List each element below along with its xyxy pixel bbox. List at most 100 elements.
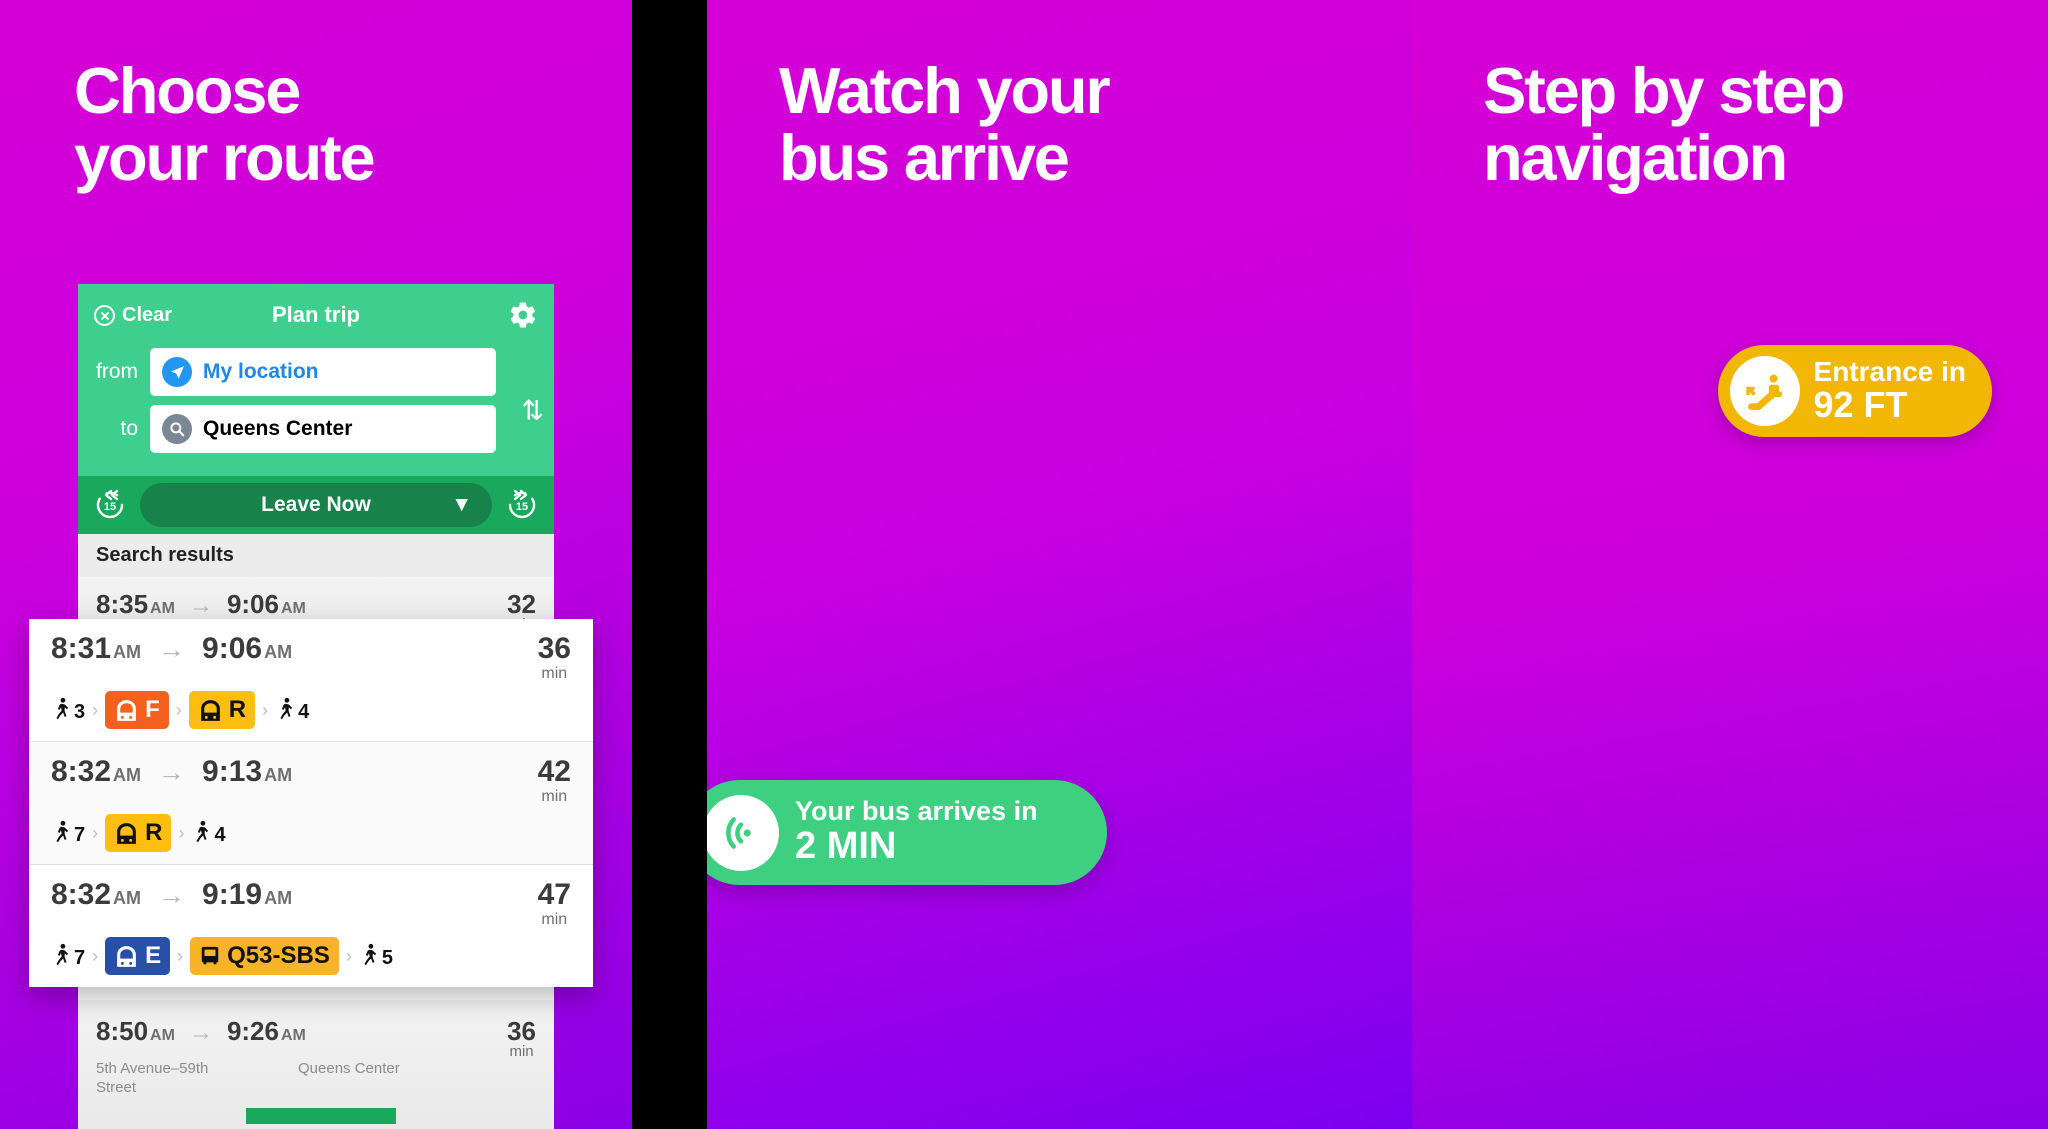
to-row: to Queens Center [94, 405, 538, 453]
walk-minutes: 3 [74, 701, 86, 723]
walk-leg: 3 [51, 696, 85, 724]
subway-line-label: R [145, 819, 163, 846]
option-arrive-time: 9:19 [202, 878, 263, 911]
location-arrow-icon [162, 357, 192, 387]
bus-arrival-alert: Your bus arrives in 2 MIN [707, 780, 1107, 885]
leg-separator-icon: › [92, 699, 99, 720]
leg-separator-icon: › [92, 945, 99, 966]
result-to-stop: Queens Center [298, 1060, 400, 1077]
bus-arrival-text: Your bus arrives in 2 MIN [795, 797, 1038, 867]
clear-button[interactable]: Clear [94, 304, 172, 327]
table-row[interactable]: 8:50 AM → 9:26 AM 36 min 5th Avenue–59th St… [78, 1000, 554, 1129]
arrival-line2: 2 MIN [795, 824, 897, 867]
arrow-right-icon: → [158, 880, 186, 910]
swap-vertical-icon[interactable]: ⇅ [521, 396, 544, 427]
entrance-line2: 92 FT [1813, 384, 1908, 426]
leg-separator-icon: › [175, 699, 182, 720]
result-depart-ampm: AM [150, 600, 175, 617]
arrow-right-icon: → [158, 757, 186, 787]
option-arrive-time: 9:06 [202, 632, 263, 665]
option-duration: 47 [537, 878, 571, 911]
option-depart-ampm: AM [113, 642, 142, 662]
option-duration-unit: min [541, 665, 568, 682]
result-depart-time: 8:35 [96, 589, 149, 619]
option-duration: 36 [537, 632, 571, 665]
walk-minutes: 4 [214, 824, 226, 846]
from-label: from [96, 360, 138, 383]
screenshot-stage: Choose your route Clear Plan trip from M… [0, 0, 2048, 1129]
panel-3-headline: Step by step navigation [1483, 54, 1845, 194]
route-option-row[interactable]: 8:32 AM → 9:13 AM 42 min 7 › R › 4 [29, 741, 593, 864]
arrival-line1: Your bus arrives in [795, 796, 1038, 827]
result-arrive-ampm: AM [280, 600, 306, 617]
plan-trip-header: Clear Plan trip from My location to Quee… [78, 284, 554, 534]
option-arrive-ampm: AM [264, 765, 293, 785]
live-signal-icon [707, 794, 779, 871]
subway-line-label: E [145, 942, 162, 969]
leg-separator-icon: › [345, 945, 352, 966]
leg-separator-icon: › [262, 699, 269, 720]
entrance-text: Entrance in 92 FT [1813, 355, 1966, 426]
route-option-row[interactable]: 8:32 AM → 9:19 AM 47 min 7 › E › Q53-SBS… [29, 864, 593, 987]
walk-leg: 7 [51, 819, 85, 847]
from-row: from My location [94, 348, 538, 396]
bus-icon [201, 946, 219, 965]
gear-icon[interactable] [508, 300, 538, 330]
svg-text:15: 15 [104, 501, 116, 513]
background-results-list-2: 8:50 AM → 9:26 AM 36 min 5th Avenue–59th St… [78, 1000, 554, 1129]
option-depart-ampm: AM [113, 888, 142, 908]
panel-2-headline: Watch your bus arrive [779, 54, 1111, 194]
walk-leg: 4 [275, 696, 309, 724]
option-duration-unit: min [541, 788, 568, 805]
partial-green-bar [246, 1107, 396, 1124]
subway-icon [200, 699, 220, 721]
result-arrive-time: 9:26 [226, 1016, 279, 1046]
subway-line-label: R [228, 696, 247, 723]
panel-1-headline: Choose your route [74, 54, 376, 194]
subway-badge-R: R [105, 814, 172, 852]
route-options-card: 8:31 AM → 9:06 AM 36 min 3 › F › R › 4 8… [29, 619, 593, 987]
entrance-alert: Entrance in 92 FT [1717, 345, 1992, 437]
walk-minutes: 5 [381, 947, 393, 969]
panel-choose-route: Choose your route Clear Plan trip from M… [0, 0, 632, 1129]
subway-icon [117, 822, 136, 844]
result-duration-unit: min [509, 1043, 534, 1060]
to-input[interactable]: Queens Center [150, 405, 496, 453]
option-arrive-ampm: AM [264, 888, 293, 908]
option-depart-time: 8:32 [51, 755, 112, 788]
forward-15-button[interactable]: 15 [502, 485, 542, 525]
result-depart-ampm: AM [150, 1027, 175, 1044]
result-duration: 32 [507, 589, 536, 619]
leg-separator-icon: › [178, 822, 185, 843]
option-depart-time: 8:31 [51, 632, 112, 665]
walk-leg: 7 [51, 942, 85, 970]
panel-step-navigation: Step by step navigation ‹ Arrive 2:48 PM… [1412, 0, 2048, 1129]
subway-badge-R: R [188, 691, 256, 729]
option-duration: 42 [537, 755, 571, 788]
from-input[interactable]: My location [150, 348, 496, 396]
rewind-15-button[interactable]: 15 [90, 485, 130, 525]
subway-badge-E: E [105, 937, 171, 975]
clear-label: Clear [122, 303, 173, 326]
from-value: My location [203, 360, 319, 383]
search-icon [162, 414, 192, 444]
route-legs: 7 › E › Q53-SBS › 5 [51, 937, 571, 975]
route-option-row[interactable]: 8:31 AM → 9:06 AM 36 min 3 › F › R › 4 [29, 619, 593, 741]
clear-circle-x-icon [94, 304, 115, 326]
leave-now-select[interactable]: Leave Now ▼ [140, 483, 492, 527]
arrow-right-icon: → [188, 592, 213, 619]
search-results-header: Search results [78, 534, 554, 577]
subway-line-label: F [145, 696, 160, 723]
arrow-right-icon: → [188, 1019, 213, 1046]
svg-text:15: 15 [516, 501, 528, 513]
result-duration: 36 [507, 1016, 536, 1046]
leg-separator-icon: › [177, 945, 184, 966]
plan-trip-topbar: Clear Plan trip [78, 284, 554, 346]
entrance-line1: Entrance in [1813, 355, 1966, 387]
result-arrive-time: 9:06 [226, 589, 279, 619]
to-value: Queens Center [203, 417, 353, 440]
result-arrive-ampm: AM [280, 1027, 306, 1044]
leave-time-bar: 15 Leave Now ▼ 15 [78, 476, 554, 534]
walk-leg: 5 [359, 942, 393, 970]
route-legs: 7 › R › 4 [51, 814, 571, 852]
